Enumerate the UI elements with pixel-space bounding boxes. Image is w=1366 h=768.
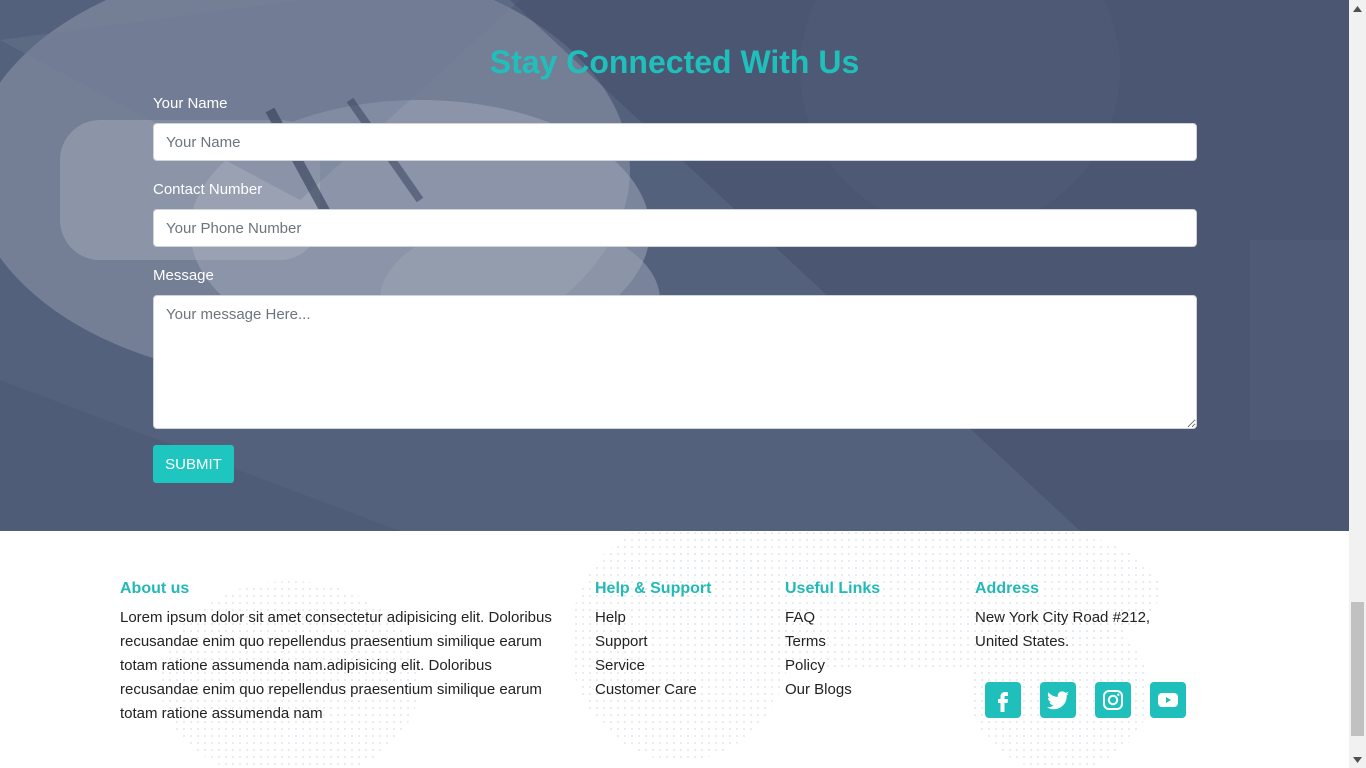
terms-link[interactable]: Terms (785, 630, 955, 654)
message-textarea[interactable] (153, 295, 1197, 429)
youtube-icon[interactable] (1150, 682, 1186, 718)
phone-label: Contact Number (153, 181, 263, 198)
useful-links-column: Useful Links FAQ Terms Policy Our Blogs (785, 580, 955, 702)
footer: About us Lorem ipsum dolor sit amet cons… (0, 531, 1349, 768)
our-blogs-link[interactable]: Our Blogs (785, 678, 955, 702)
name-input[interactable] (153, 123, 1197, 161)
address-heading: Address (975, 580, 1040, 597)
service-link[interactable]: Service (595, 654, 765, 678)
support-link[interactable]: Support (595, 630, 765, 654)
scroll-down-arrow-icon[interactable] (1349, 751, 1366, 768)
contact-title: Stay Connected With Us (489, 44, 860, 80)
phone-input[interactable] (153, 209, 1197, 247)
twitter-icon[interactable] (1040, 682, 1076, 718)
about-text: Lorem ipsum dolor sit amet consectetur a… (120, 609, 552, 722)
policy-link[interactable]: Policy (785, 654, 955, 678)
help-link[interactable]: Help (595, 606, 765, 630)
help-heading: Help & Support (595, 580, 712, 597)
faq-link[interactable]: FAQ (785, 606, 955, 630)
contact-section: Stay Connected With Us Your Name Contact… (0, 0, 1349, 531)
name-label: Your Name (153, 95, 228, 112)
message-label: Message (153, 267, 214, 284)
about-column: About us Lorem ipsum dolor sit amet cons… (120, 580, 570, 726)
vertical-scrollbar[interactable] (1349, 0, 1366, 768)
address-line-2: United States. (975, 633, 1070, 650)
submit-button[interactable]: SUBMIT (153, 445, 234, 483)
address-line-1: New York City Road #212, (975, 609, 1151, 626)
facebook-icon[interactable] (985, 682, 1021, 718)
instagram-icon[interactable] (1095, 682, 1131, 718)
scrollbar-thumb[interactable] (1351, 602, 1364, 736)
scroll-up-arrow-icon[interactable] (1349, 0, 1366, 17)
customer-care-link[interactable]: Customer Care (595, 678, 765, 702)
help-column: Help & Support Help Support Service Cust… (595, 580, 765, 702)
useful-links-heading: Useful Links (785, 580, 881, 597)
address-column: Address New York City Road #212, United … (975, 580, 1215, 654)
about-heading: About us (120, 580, 190, 597)
